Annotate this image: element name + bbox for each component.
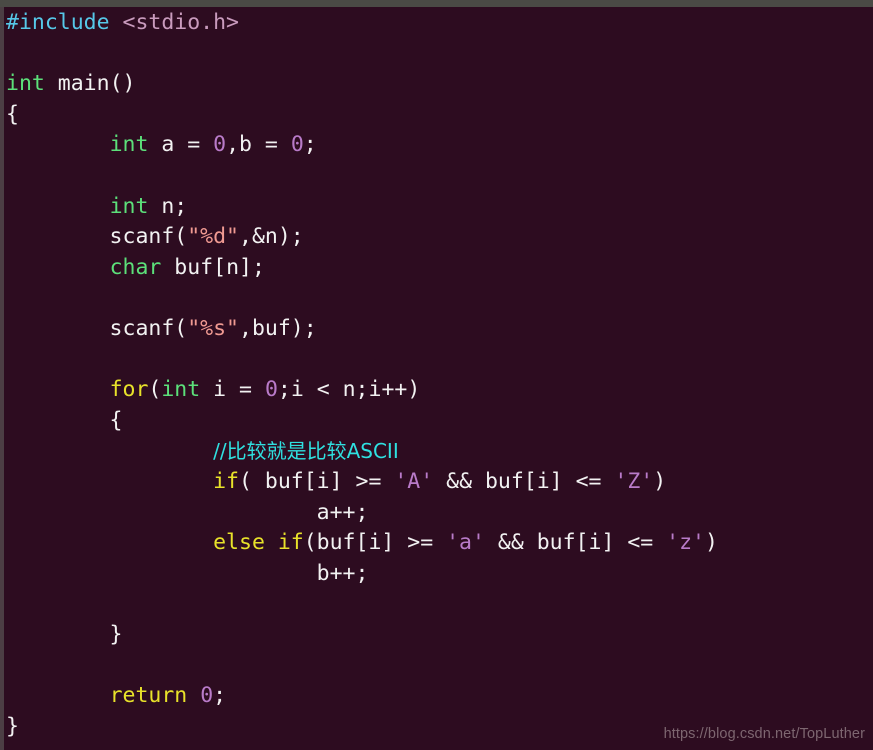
source-code-block[interactable]: #include <stdio.h> int main(){ int a = 0… bbox=[4, 7, 873, 742]
code-token: #include bbox=[6, 10, 123, 35]
code-line: b++; bbox=[6, 559, 873, 590]
code-token: i = bbox=[200, 377, 265, 403]
code-token: n; bbox=[148, 193, 188, 219]
code-line: a++; bbox=[6, 498, 873, 529]
code-token: "%d" bbox=[187, 224, 239, 250]
code-token: && buf[i] <= bbox=[484, 530, 667, 556]
code-token: 0 bbox=[290, 132, 304, 158]
code-token: "%s" bbox=[187, 315, 239, 341]
code-token: else if bbox=[213, 530, 304, 556]
code-token: ; bbox=[303, 132, 317, 158]
code-line: int main() bbox=[6, 69, 873, 100]
window-top-chrome-bar bbox=[0, 0, 873, 7]
code-token: if bbox=[213, 468, 239, 494]
code-editor-canvas[interactable]: #include <stdio.h> int main(){ int a = 0… bbox=[4, 7, 873, 750]
code-token: ,buf); bbox=[239, 315, 317, 341]
code-token: scanf( bbox=[6, 315, 188, 341]
code-token: buf[n]; bbox=[161, 254, 265, 280]
code-token: { bbox=[6, 407, 123, 433]
blog-watermark: https://blog.csdn.net/TopLuther bbox=[663, 726, 865, 742]
code-line: for(int i = 0;i < n;i++) bbox=[6, 375, 873, 406]
code-token: 0 bbox=[200, 683, 214, 709]
code-line: } bbox=[6, 620, 873, 651]
code-line: else if(buf[i] >= 'a' && buf[i] <= 'z') bbox=[6, 528, 873, 559]
code-line: //比较就是比较ASCII bbox=[6, 436, 873, 467]
code-token: } bbox=[6, 621, 123, 647]
code-token: //比较就是比较ASCII bbox=[213, 439, 399, 464]
code-token: char bbox=[109, 254, 162, 280]
code-line: char buf[n]; bbox=[6, 253, 873, 284]
code-token: { bbox=[6, 101, 19, 127]
code-token: for bbox=[109, 377, 149, 403]
code-token: main() bbox=[44, 71, 136, 97]
code-token: 'a' bbox=[446, 530, 485, 556]
code-token: ,b = bbox=[226, 132, 291, 158]
code-token: int bbox=[6, 71, 45, 97]
code-token: a = bbox=[148, 132, 214, 158]
code-token: ,&n); bbox=[239, 224, 304, 250]
code-line: { bbox=[6, 100, 873, 131]
code-token: int bbox=[109, 132, 149, 158]
code-token: 0 bbox=[213, 132, 227, 158]
code-token: int bbox=[109, 193, 149, 219]
code-token: ; bbox=[213, 683, 227, 709]
code-line: int n; bbox=[6, 192, 873, 223]
code-token: 0 bbox=[264, 377, 278, 403]
code-token: && buf[i] <= bbox=[433, 468, 615, 494]
code-token: <stdio.h> bbox=[122, 10, 240, 35]
code-line: if( buf[i] >= 'A' && buf[i] <= 'Z') bbox=[6, 467, 873, 498]
code-token: ) bbox=[653, 468, 667, 494]
code-token: 'Z' bbox=[614, 468, 654, 494]
code-token: int bbox=[161, 377, 201, 403]
code-editor-window: #include <stdio.h> int main(){ int a = 0… bbox=[0, 0, 873, 750]
code-token: a++; bbox=[6, 499, 369, 525]
code-token: scanf( bbox=[6, 224, 188, 250]
code-line: scanf("%d",&n); bbox=[6, 222, 873, 253]
code-line: return 0; bbox=[6, 681, 873, 712]
code-line: #include <stdio.h> bbox=[6, 8, 873, 39]
code-token: return bbox=[109, 683, 188, 709]
code-token: ) bbox=[705, 530, 718, 556]
code-token: (buf[i] >= bbox=[303, 530, 447, 556]
code-token: b++; bbox=[6, 560, 369, 586]
code-line: int a = 0,b = 0; bbox=[6, 130, 873, 161]
code-token: } bbox=[6, 713, 19, 739]
code-token: 'z' bbox=[666, 530, 706, 556]
code-token: ;i < n;i++) bbox=[277, 377, 421, 403]
code-token: ( bbox=[148, 377, 162, 403]
code-token: 'A' bbox=[394, 468, 434, 494]
code-line: scanf("%s",buf); bbox=[6, 314, 873, 345]
code-token: ( buf[i] >= bbox=[239, 468, 395, 494]
code-line: { bbox=[6, 406, 873, 437]
